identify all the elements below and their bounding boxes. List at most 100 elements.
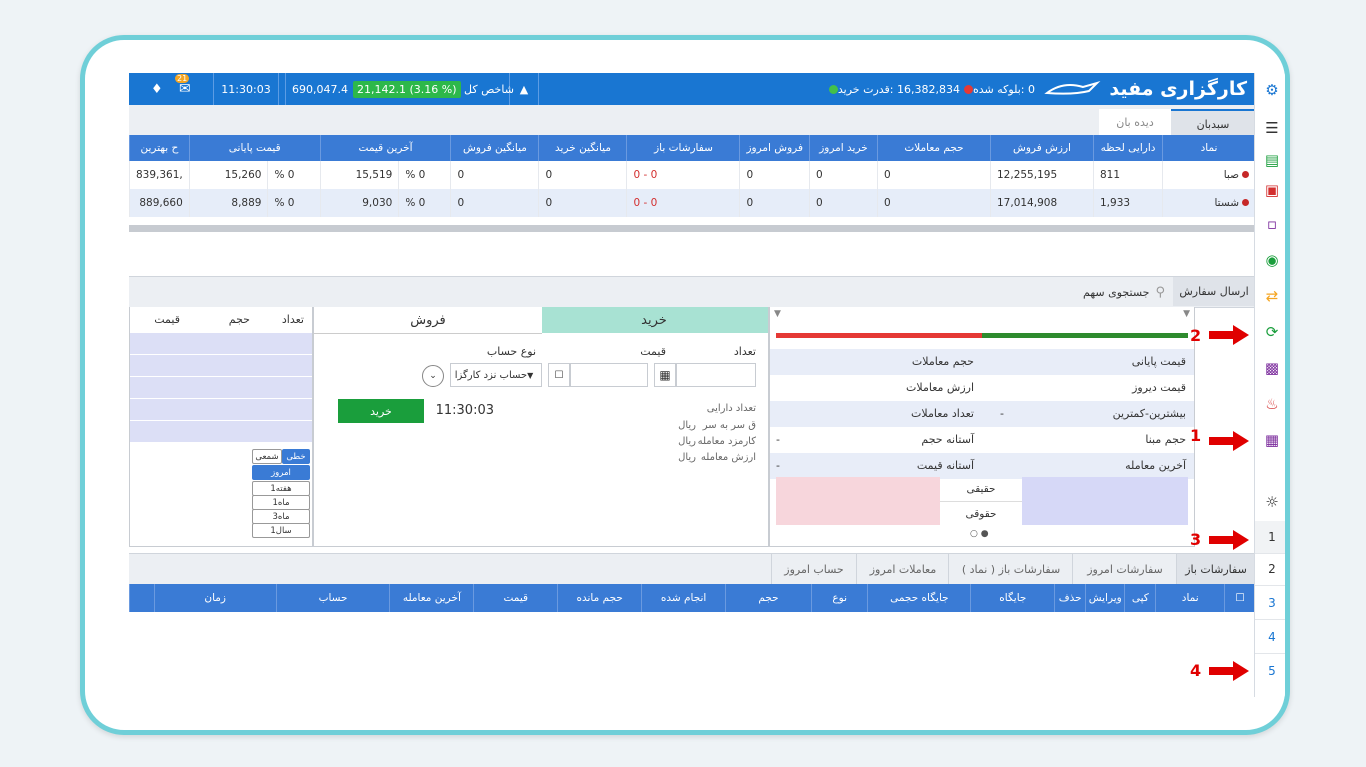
order-time: 11:30:03 (435, 403, 494, 418)
settings-icon[interactable]: ⚙ (1260, 79, 1284, 101)
col-delete[interactable]: حذف (1054, 584, 1086, 612)
range-3month-button[interactable]: 3ماه (252, 509, 310, 524)
blocked-value: 0 (1028, 82, 1035, 96)
watch-table: نماد دارایی لحظه ارزش فروش حجم معاملات خ… (129, 135, 1255, 217)
horizontal-scrollbar[interactable] (129, 225, 1255, 232)
tab-basket[interactable]: سبدبان (1171, 109, 1255, 137)
col-time[interactable]: زمان (153, 584, 277, 612)
cell: 0 (450, 189, 539, 217)
currency-label: ریال (678, 420, 696, 431)
col-edit[interactable]: ویرایش (1085, 584, 1125, 612)
chat-icon[interactable]: ☼ (1260, 491, 1284, 513)
summary-label: کارمزد معامله (697, 436, 756, 447)
col-holding[interactable]: دارایی لحظه (1093, 135, 1163, 161)
col-account[interactable]: حساب (275, 584, 390, 612)
qty-input[interactable] (676, 363, 756, 387)
expand-circle-icon[interactable]: ⌄ (422, 365, 444, 387)
layout-5[interactable]: 5 (1255, 655, 1285, 687)
col-position[interactable]: جایگاه (970, 584, 1055, 612)
select-all-checkbox[interactable]: ☐ (1224, 584, 1255, 612)
col-last-trade[interactable]: آخرین معامله (389, 584, 474, 612)
range-today-button[interactable]: امروز (252, 465, 310, 480)
buy-button[interactable]: خرید (338, 399, 424, 423)
tab-open-orders[interactable]: سفارشات باز (1176, 554, 1255, 585)
col-buy-today[interactable]: خرید امروز (809, 135, 878, 161)
col-price[interactable]: قیمت (473, 584, 558, 612)
col-done[interactable]: انجام شده (641, 584, 726, 612)
portfolio-icon[interactable]: ▤ (1260, 149, 1284, 171)
info-label: تعداد معاملات (911, 407, 974, 420)
col-last-price[interactable]: آخرین قیمت (319, 135, 451, 161)
cell: 0 (877, 161, 991, 189)
range-year-button[interactable]: 1سال (252, 523, 310, 538)
layout-3[interactable]: 3 (1255, 587, 1285, 620)
annotation-arrow-3 (1209, 530, 1249, 550)
layout-2[interactable]: 2 (1255, 553, 1285, 586)
cell-symbol[interactable]: شستا (1162, 189, 1255, 217)
tab-today-orders[interactable]: سفارشات امروز (1072, 554, 1177, 585)
grid-icon[interactable]: ▦ (1260, 429, 1284, 451)
bell-icon[interactable]: ♦ (151, 73, 163, 105)
invoice-icon[interactable]: ▣ (1260, 179, 1284, 201)
account-select[interactable]: حساب نزد کارگزا ▼ (450, 363, 542, 387)
price-input[interactable] (570, 363, 648, 387)
mail-icon[interactable]: ✉ 21 (175, 73, 191, 105)
refund-icon[interactable]: ⟳ (1260, 321, 1284, 343)
col-close-price[interactable]: قیمت پایانی (188, 135, 321, 161)
col-volume[interactable]: حجم معاملات (877, 135, 991, 161)
col-avg-sell[interactable]: میانگین فروش (450, 135, 539, 161)
col-best[interactable]: ح بهترین (129, 135, 190, 161)
col-symbol[interactable]: نماد (1162, 135, 1255, 161)
layout-1[interactable]: 1 (1255, 521, 1285, 554)
real-person-label: حقیقی (940, 477, 1022, 502)
clipboard-icon[interactable]: ▫ (1260, 213, 1284, 235)
col-volume[interactable]: حجم (725, 584, 812, 612)
info-row: حجم مبنا آستانه حجم - (770, 427, 1194, 453)
cell-symbol[interactable]: صبا (1162, 161, 1255, 189)
col-type[interactable]: نوع (811, 584, 868, 612)
tab-open-orders-symbol[interactable]: سفارشات باز ( نماد ) (948, 554, 1073, 585)
candle-chart-button[interactable]: شمعی (252, 449, 282, 464)
cell: 0 (877, 189, 991, 217)
collapse-left-icon[interactable]: ▼ (774, 309, 781, 319)
col-remaining[interactable]: حجم مانده (557, 584, 642, 612)
symbol-search[interactable]: جستجوی سهم ⚲ (1045, 281, 1165, 303)
cell: 811 (1093, 161, 1163, 189)
calculator-icon[interactable]: ▦ (654, 363, 676, 387)
status-dot-icon (1242, 171, 1249, 178)
chart-pie-icon[interactable]: ◉ (1260, 249, 1284, 271)
range-week-button[interactable]: 1هفته (252, 481, 310, 496)
col-open-orders[interactable]: سفارشات باز (626, 135, 740, 161)
sell-tab[interactable]: فروش (314, 307, 542, 334)
table-row[interactable]: شستا 1,933 17,014,908 0 0 0 0 - 0 0 0 0 … (129, 189, 1255, 217)
sidebar: ⚙ ☰ ▤ ▣ ▫ ◉ ⇄ ⟳ ▩ ♨ ▦ ☼ 1 2 3 4 5 (1254, 73, 1285, 697)
cell: 9,030 (319, 189, 399, 217)
tab-send-order[interactable]: ارسال سفارش (1173, 277, 1255, 306)
hands-icon[interactable]: ♨ (1260, 393, 1284, 415)
shuffle-icon[interactable]: ⇄ (1260, 285, 1284, 307)
legal-sell-box (776, 477, 940, 525)
monitor-chart-icon[interactable]: ▩ (1260, 357, 1284, 379)
tab-today-account[interactable]: حساب امروز (771, 554, 857, 585)
pager-dots[interactable]: ○ ● (970, 529, 989, 539)
green-dot-icon (828, 84, 838, 94)
collapse-right-icon[interactable]: ▼ (1183, 309, 1190, 319)
col-copy[interactable]: کپی (1124, 584, 1156, 612)
table-row[interactable]: صبا 811 12,255,195 0 0 0 0 - 0 0 0 0 % 1… (129, 161, 1255, 189)
col-avg-buy[interactable]: میانگین خرید (538, 135, 627, 161)
layout-4[interactable]: 4 (1255, 621, 1285, 654)
info-row: قیمت دیروز ارزش معاملات (770, 375, 1194, 401)
lock-icon[interactable]: ☐ (548, 363, 570, 387)
col-sell-value[interactable]: ارزش فروش (990, 135, 1094, 161)
menu-icon[interactable]: ☰ (1260, 117, 1284, 139)
buy-tab[interactable]: خرید (540, 307, 768, 333)
col-spacer (129, 584, 155, 612)
tab-watchlist[interactable]: دیده بان (1099, 109, 1171, 135)
linear-chart-button[interactable]: خطی (282, 449, 310, 464)
col-sell-today[interactable]: فروش امروز (739, 135, 810, 161)
col-symbol[interactable]: نماد (1155, 584, 1225, 612)
info-label: بیشترین-کمترین (1112, 407, 1186, 420)
col-volume-position[interactable]: جایگاه حجمی (867, 584, 971, 612)
tab-today-trades[interactable]: معاملات امروز (856, 554, 949, 585)
range-month-button[interactable]: 1ماه (252, 495, 310, 510)
